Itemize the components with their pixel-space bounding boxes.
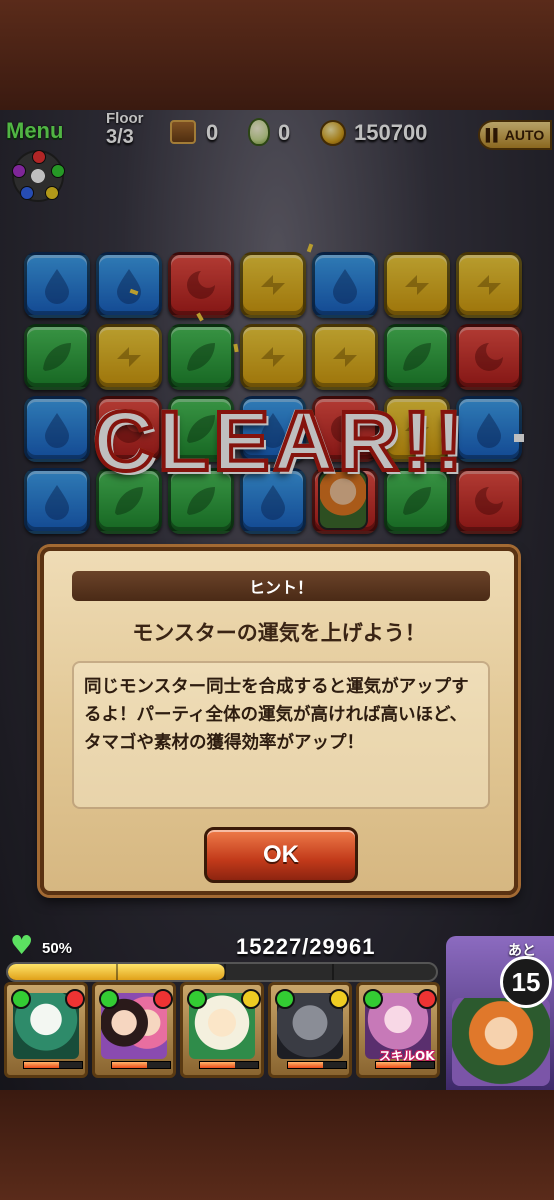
monster-hp-fill (112, 1062, 147, 1068)
game-screen: Menu Floor 3/3 0 0 150700 ▌▌ AUTO CLEAR!… (0, 110, 554, 1090)
hp-bar-divider (224, 964, 226, 980)
fire-element-icon (417, 989, 437, 1009)
monster-hp-bar (23, 1061, 83, 1069)
hp-bar-divider (116, 964, 118, 980)
ok-button[interactable]: OK (204, 827, 358, 883)
wood-element-icon (187, 989, 207, 1009)
dialog-title: モンスターの運気を上げよう！ (132, 621, 426, 645)
wood-element-icon (363, 989, 383, 1009)
party-slot-3[interactable] (180, 982, 264, 1078)
leader-portrait (452, 998, 550, 1086)
hp-text: 15227/29961 (236, 934, 376, 959)
hp-bar (6, 962, 438, 982)
party-slot-4[interactable] (268, 982, 352, 1078)
turns-left: 15 (500, 956, 552, 1008)
monster-hp-fill (200, 1062, 235, 1068)
party-slot-2[interactable] (92, 982, 176, 1078)
light-element-icon (241, 989, 261, 1009)
light-element-icon (329, 989, 349, 1009)
monster-hp-bar (111, 1061, 171, 1069)
monster-hp-bar (199, 1061, 259, 1069)
bottom-letterbox (0, 1090, 554, 1200)
party-slot-1[interactable] (4, 982, 88, 1078)
hp-bar-divider (332, 964, 334, 980)
wood-element-icon (275, 989, 295, 1009)
fire-element-icon (153, 989, 173, 1009)
monster-hp-fill (24, 1062, 59, 1068)
wood-element-icon (99, 989, 119, 1009)
fire-element-icon (65, 989, 85, 1009)
heart-icon: ♥ (10, 931, 34, 961)
monster-hp-bar (287, 1061, 347, 1069)
monster-hp-fill (376, 1062, 411, 1068)
hint-dialog: ヒント！ モンスターの運気を上げよう！ 同じモンスター同士を合成すると運気がアッ… (40, 547, 518, 895)
monster-hp-fill (288, 1062, 323, 1068)
party-bar: スキルOK (4, 982, 446, 1086)
monster-hp-bar (375, 1061, 435, 1069)
wood-element-icon (11, 989, 31, 1009)
dialog-header: ヒント！ (72, 571, 490, 601)
dialog-body: 同じモンスター同士を合成すると運気がアップするよ！パーティ全体の運気が高ければ高… (72, 661, 490, 809)
luck-percent: 50% (42, 940, 73, 957)
top-letterbox (0, 0, 554, 110)
party-slot-5[interactable]: スキルOK (356, 982, 440, 1078)
